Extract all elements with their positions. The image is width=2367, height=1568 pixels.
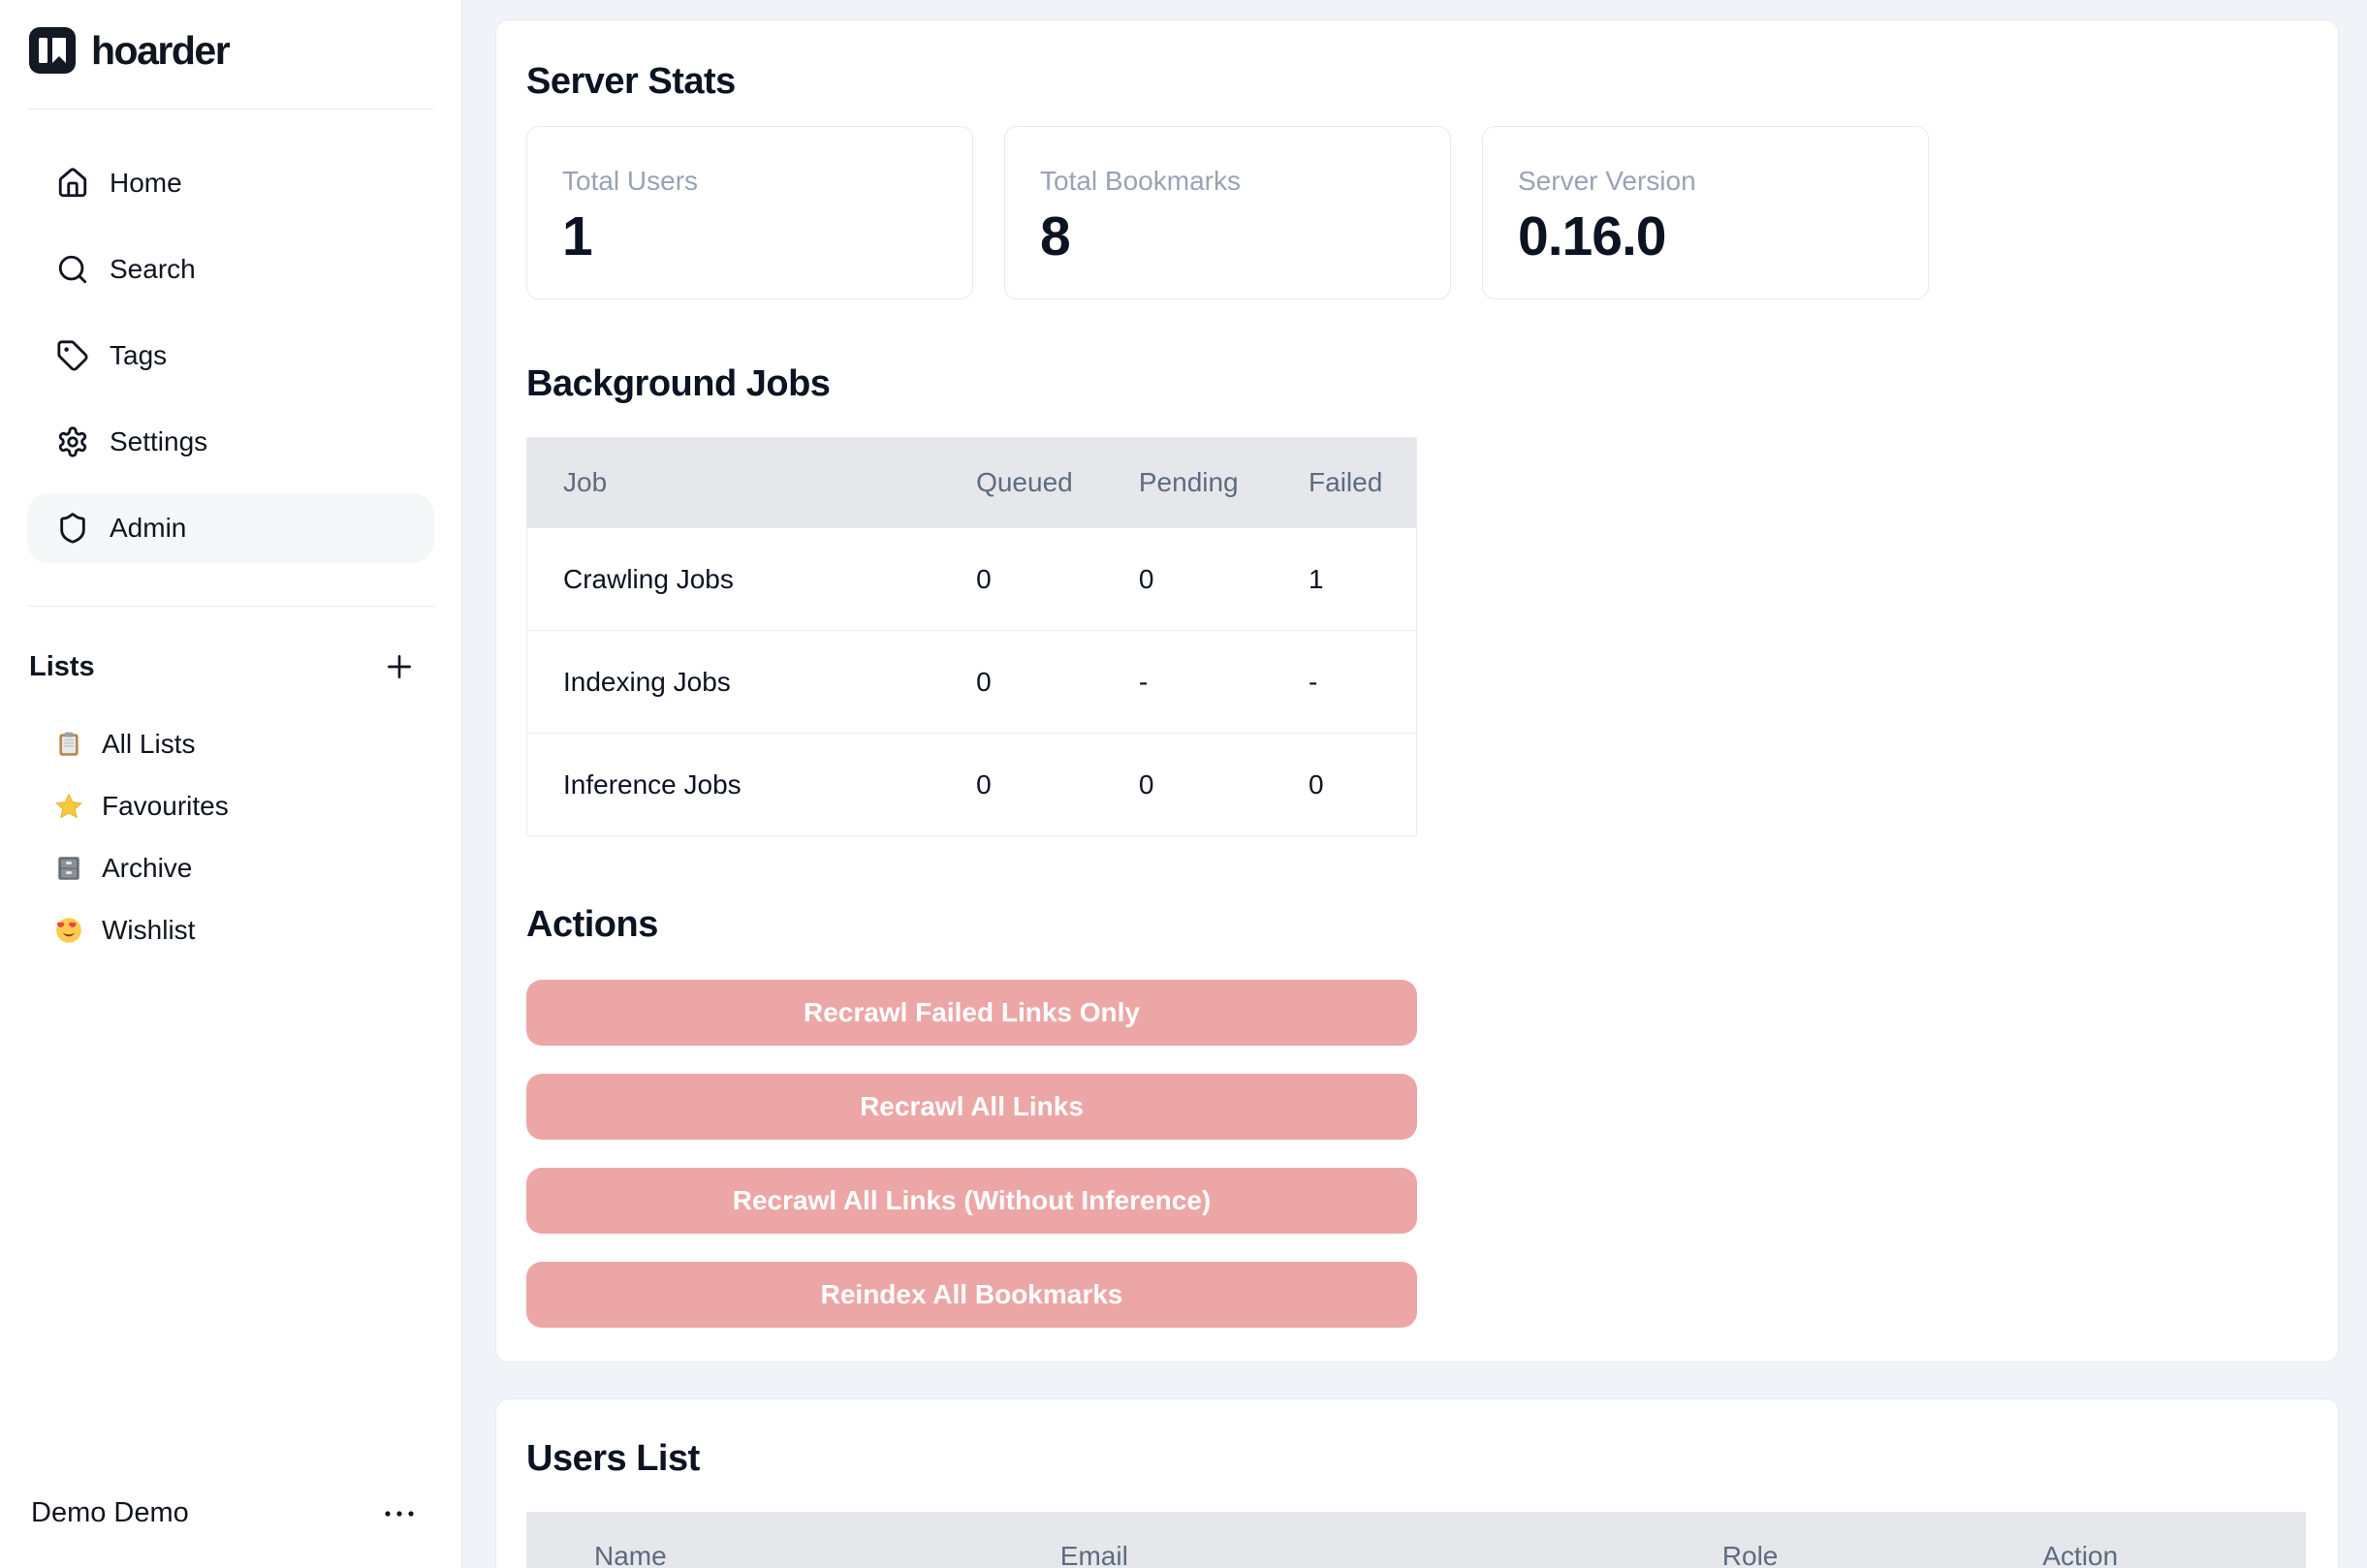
- current-user-name: Demo Demo: [31, 1497, 189, 1529]
- table-row: Inference Jobs 0 0 0: [527, 733, 1416, 835]
- stat-label: Server Version: [1518, 166, 1893, 197]
- server-stats-title: Server Stats: [526, 61, 2306, 103]
- list-item-all-lists[interactable]: All Lists: [27, 713, 434, 775]
- app-title: hoarder: [91, 28, 229, 74]
- recrawl-without-inference-button[interactable]: Recrawl All Links (Without Inference): [526, 1168, 1417, 1234]
- job-pending: 0: [1139, 769, 1309, 800]
- lists-title: Lists: [29, 651, 95, 683]
- add-list-button[interactable]: [378, 645, 421, 688]
- table-row: Crawling Jobs 0 0 1: [527, 527, 1416, 630]
- sidebar-item-home[interactable]: Home: [27, 148, 434, 218]
- job-pending: -: [1139, 667, 1309, 698]
- sidebar-user-row: Demo Demo: [27, 1497, 434, 1529]
- job-name: Indexing Jobs: [527, 667, 976, 698]
- lists-header: Lists: [27, 645, 434, 688]
- job-queued: 0: [976, 769, 1139, 800]
- job-queued: 0: [976, 564, 1139, 595]
- sidebar-item-label: Home: [110, 168, 182, 199]
- lists-container: All Lists Favourites Archive Wishlist: [27, 713, 434, 961]
- sidebar-item-tags[interactable]: Tags: [27, 321, 434, 391]
- column-header-role: Role: [1722, 1541, 2042, 1568]
- actions-section: Actions Recrawl Failed Links Only Recraw…: [526, 904, 2306, 1328]
- shield-icon: [56, 512, 89, 545]
- list-item-label: All Lists: [102, 729, 195, 760]
- search-icon: [56, 253, 89, 286]
- background-jobs-section: Background Jobs Job Queued Pending Faile…: [526, 363, 2306, 836]
- list-item-favourites[interactable]: Favourites: [27, 775, 434, 837]
- app-window: hoarder Home Search Tags: [0, 0, 2367, 1568]
- job-queued: 0: [976, 667, 1139, 698]
- job-pending: 0: [1139, 564, 1309, 595]
- user-menu-button[interactable]: [368, 1498, 430, 1529]
- admin-panel-card: Server Stats Total Users 1 Total Bookmar…: [495, 19, 2339, 1363]
- actions-title: Actions: [526, 904, 2306, 946]
- column-header-action: Action: [2042, 1541, 2306, 1568]
- column-header-email: Email: [1060, 1541, 1722, 1568]
- sidebar-item-settings[interactable]: Settings: [27, 407, 434, 477]
- stat-value: 8: [1040, 204, 1415, 268]
- background-jobs-title: Background Jobs: [526, 363, 2306, 405]
- job-name: Crawling Jobs: [527, 564, 976, 595]
- users-list-card: Users List Name Email Role Action: [495, 1398, 2339, 1568]
- sidebar-item-label: Settings: [110, 426, 207, 457]
- background-jobs-table: Job Queued Pending Failed Crawling Jobs …: [526, 437, 1417, 836]
- table-header-row: Job Queued Pending Failed: [527, 438, 1416, 527]
- sidebar-item-search[interactable]: Search: [27, 235, 434, 304]
- sidebar-item-label: Search: [110, 254, 196, 285]
- server-stats-row: Total Users 1 Total Bookmarks 8 Server V…: [526, 126, 2306, 299]
- table-row: Indexing Jobs 0 - -: [527, 630, 1416, 733]
- app-logo[interactable]: hoarder: [27, 25, 434, 76]
- tag-icon: [56, 339, 89, 372]
- stat-card-total-users: Total Users 1: [526, 126, 973, 299]
- column-header-pending: Pending: [1139, 467, 1309, 498]
- job-failed: -: [1309, 667, 1416, 698]
- stat-label: Total Users: [562, 166, 937, 197]
- plus-icon: [384, 651, 415, 682]
- sidebar-divider: [27, 109, 434, 110]
- home-icon: [56, 167, 89, 200]
- list-item-label: Favourites: [102, 791, 229, 822]
- action-buttons: Recrawl Failed Links Only Recrawl All Li…: [526, 980, 1417, 1328]
- users-table-header-row: Name Email Role Action: [526, 1512, 2306, 1568]
- job-failed: 1: [1309, 564, 1416, 595]
- users-list-title: Users List: [526, 1438, 2306, 1480]
- sidebar-divider: [27, 606, 434, 607]
- stat-value: 0.16.0: [1518, 204, 1893, 268]
- heart-eyes-icon: [54, 916, 83, 945]
- reindex-all-bookmarks-button[interactable]: Reindex All Bookmarks: [526, 1262, 1417, 1328]
- ellipsis-icon: [382, 1508, 417, 1520]
- sidebar-nav: Home Search Tags Settings: [27, 148, 434, 563]
- column-header-queued: Queued: [976, 467, 1139, 498]
- column-header-failed: Failed: [1309, 467, 1416, 498]
- list-item-archive[interactable]: Archive: [27, 837, 434, 899]
- recrawl-failed-links-button[interactable]: Recrawl Failed Links Only: [526, 980, 1417, 1046]
- sidebar-item-label: Admin: [110, 513, 186, 544]
- column-header-job: Job: [527, 467, 976, 498]
- list-item-label: Wishlist: [102, 915, 195, 946]
- job-name: Inference Jobs: [527, 769, 976, 800]
- sidebar-item-admin[interactable]: Admin: [27, 493, 434, 563]
- gear-icon: [56, 425, 89, 458]
- main-content: Server Stats Total Users 1 Total Bookmar…: [462, 0, 2367, 1568]
- star-icon: [54, 792, 83, 821]
- column-header-name: Name: [526, 1541, 1060, 1568]
- list-item-label: Archive: [102, 853, 192, 884]
- stat-label: Total Bookmarks: [1040, 166, 1415, 197]
- sidebar-item-label: Tags: [110, 340, 167, 371]
- hoarder-logo-icon: [29, 27, 76, 74]
- job-failed: 0: [1309, 769, 1416, 800]
- sidebar: hoarder Home Search Tags: [0, 0, 462, 1568]
- stat-value: 1: [562, 204, 937, 268]
- clipboard-icon: [54, 730, 83, 759]
- recrawl-all-links-button[interactable]: Recrawl All Links: [526, 1074, 1417, 1140]
- archive-icon: [54, 854, 83, 883]
- stat-card-server-version: Server Version 0.16.0: [1482, 126, 1929, 299]
- list-item-wishlist[interactable]: Wishlist: [27, 899, 434, 961]
- stat-card-total-bookmarks: Total Bookmarks 8: [1004, 126, 1451, 299]
